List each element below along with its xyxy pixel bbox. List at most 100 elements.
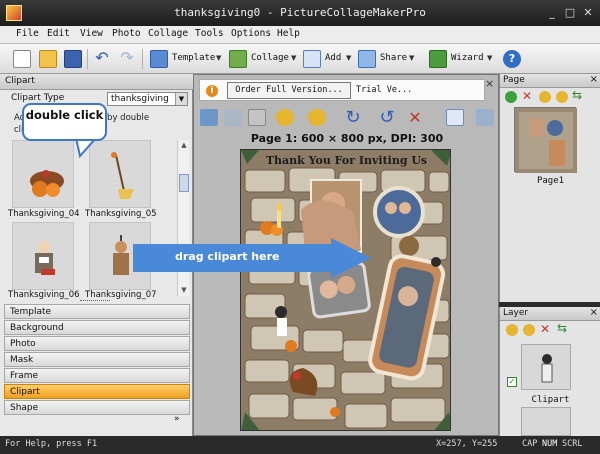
toolbar-separator [87, 49, 88, 69]
select-icon[interactable] [200, 109, 218, 126]
clipart-thumb-thanksgiving-04[interactable] [12, 140, 74, 208]
layer-thumbnail[interactable] [521, 344, 571, 390]
collage-canvas[interactable]: Thank You For Inviting Us [240, 149, 451, 431]
add-icon[interactable] [303, 50, 321, 68]
scroll-down-icon[interactable]: ▼ [178, 285, 190, 296]
clipart-panel-header: Clipart [0, 74, 193, 90]
menu-photo[interactable]: Photo [112, 28, 141, 39]
panel-splitter[interactable] [80, 300, 110, 302]
tab-background[interactable]: Background [4, 320, 190, 335]
undo-icon[interactable]: ↶ [93, 50, 111, 68]
chevron-down-icon[interactable]: ▼ [487, 54, 492, 62]
tab-photo[interactable]: Photo [4, 336, 190, 351]
menu-help[interactable]: Help [277, 28, 300, 39]
template-icon[interactable] [150, 50, 168, 68]
wizard-icon[interactable] [429, 50, 447, 68]
main-toolbar: ↶ ↷ Template ▼ Collage ▼ Add ▼ Share ▼ W… [0, 44, 600, 74]
menu-tools[interactable]: Tools [195, 28, 224, 39]
rotate-right-icon[interactable]: ↻ [344, 109, 362, 127]
chevron-down-icon[interactable]: ▼ [216, 54, 221, 62]
scrollbar-thumb[interactable] [179, 174, 189, 192]
more-tabs-icon[interactable]: » [174, 414, 180, 424]
new-icon[interactable] [13, 50, 31, 68]
scroll-indicator: SCRL [562, 439, 583, 449]
layer-thumbnail[interactable] [521, 407, 571, 436]
wizard-button[interactable]: Wizard [451, 53, 484, 63]
rotate-box-icon[interactable] [248, 109, 266, 126]
page-panel-header: Page × [500, 74, 600, 88]
layer-label: Clipart [531, 395, 570, 405]
menu-edit[interactable]: Edit [47, 28, 70, 39]
export-icon[interactable] [476, 109, 494, 126]
menu-view[interactable]: View [80, 28, 103, 39]
tab-clipart[interactable]: Clipart [4, 384, 190, 399]
collage-icon[interactable] [229, 50, 247, 68]
chevron-down-icon[interactable]: ▼ [409, 54, 414, 62]
pilgrim-icon [35, 241, 55, 275]
page-thumbnail[interactable] [514, 107, 577, 173]
clipart-type-label: Clipart Type [11, 93, 65, 103]
tab-frame[interactable]: Frame [4, 368, 190, 383]
menu-options[interactable]: Options [231, 28, 271, 39]
rotate-left-icon[interactable]: ↺ [378, 109, 396, 127]
help-icon[interactable]: ? [503, 50, 521, 68]
layer-panel-title: Layer [503, 308, 529, 318]
tab-template[interactable]: Template [4, 304, 190, 319]
chevron-down-icon[interactable]: ▼ [175, 93, 187, 105]
template-button[interactable]: Template [172, 53, 215, 63]
menu-file[interactable]: File [16, 28, 39, 39]
collage-button[interactable]: Collage [251, 53, 289, 63]
share-button[interactable]: Share [380, 53, 407, 63]
delete-icon[interactable]: ✕ [406, 109, 424, 126]
move-down-icon[interactable] [556, 91, 568, 103]
layer-panel: Layer × ✕ ⇆ ✓ Clipart [499, 307, 600, 436]
tab-mask[interactable]: Mask [4, 352, 190, 367]
clipart-thumb-thanksgiving-06[interactable] [12, 222, 74, 290]
double-click-annotation: double click [22, 103, 107, 141]
canvas-toolbar: ↻ ↺ ✕ [194, 106, 500, 130]
menu-collage[interactable]: Collage [148, 28, 188, 39]
refresh-icon[interactable]: ⇆ [572, 88, 582, 102]
pilgrim-icon [541, 354, 553, 383]
fit-icon[interactable] [446, 109, 464, 126]
send-backward-icon[interactable] [308, 109, 326, 126]
share-icon[interactable] [358, 50, 376, 68]
tab-shape[interactable]: Shape [4, 400, 190, 415]
add-button[interactable]: Add [325, 53, 341, 63]
add-page-icon[interactable] [505, 91, 517, 103]
minimize-button[interactable]: _ [545, 6, 559, 20]
delete-page-icon[interactable]: ✕ [522, 89, 532, 103]
chevron-down-icon[interactable]: ▼ [291, 54, 296, 62]
close-icon[interactable]: × [485, 77, 494, 90]
close-icon[interactable]: × [590, 74, 598, 85]
page-panel: Page × ✕ ⇆ Page1 [499, 74, 600, 302]
bubble-tail-icon [74, 138, 98, 158]
status-coords: X=257, Y=255 [436, 439, 498, 449]
save-icon[interactable] [64, 50, 82, 68]
bring-forward-icon[interactable] [276, 109, 294, 126]
close-icon[interactable]: × [590, 307, 598, 318]
crop-icon[interactable] [224, 109, 242, 126]
page-thumb-label: Page1 [536, 176, 565, 186]
open-icon[interactable] [39, 50, 57, 68]
close-window-button[interactable]: ✕ [581, 6, 595, 20]
scroll-up-icon[interactable]: ▲ [178, 140, 190, 151]
clipart-type-value: thanksgiving [111, 94, 169, 104]
clipart-type-select[interactable]: thanksgiving ▼ [107, 92, 188, 106]
layer-up-icon[interactable] [506, 324, 518, 336]
page-panel-title: Page [503, 75, 525, 85]
chevron-down-icon[interactable]: ▼ [346, 54, 351, 62]
layer-visible-checkbox[interactable]: ✓ [507, 377, 517, 387]
trial-text: Trial Ve... [356, 85, 413, 95]
menu-bar: File Edit View Photo Collage Tools Optio… [0, 26, 600, 44]
collage-title: Thank You For Inviting Us [265, 154, 428, 167]
delete-layer-icon[interactable]: ✕ [540, 322, 550, 336]
order-full-version-button[interactable]: Order Full Version... [227, 82, 351, 99]
redo-icon[interactable]: ↷ [118, 50, 136, 68]
layer-down-icon[interactable] [523, 324, 535, 336]
move-up-icon[interactable] [539, 91, 551, 103]
maximize-button[interactable]: □ [563, 6, 577, 20]
status-help: For Help, press F1 [5, 439, 98, 449]
clipart-label: Thanksgiving_06 [8, 290, 80, 300]
refresh-icon[interactable]: ⇆ [557, 321, 567, 335]
